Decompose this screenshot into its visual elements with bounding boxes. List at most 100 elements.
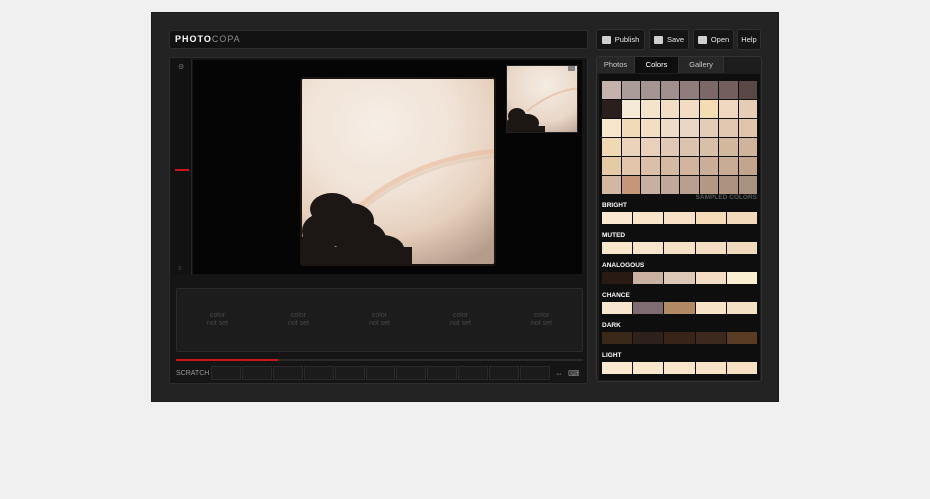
palette-swatch[interactable] bbox=[602, 332, 633, 344]
thumbnail-close-icon[interactable] bbox=[568, 66, 575, 71]
palette-swatch[interactable] bbox=[664, 272, 695, 284]
scratch-cell[interactable] bbox=[211, 366, 241, 380]
sampled-swatch[interactable] bbox=[621, 157, 640, 175]
color-slot[interactable]: color not set bbox=[512, 312, 572, 328]
scratch-cell[interactable] bbox=[427, 366, 458, 380]
main-photo[interactable] bbox=[300, 77, 496, 266]
palette-swatch[interactable] bbox=[695, 362, 726, 374]
sampled-swatch[interactable] bbox=[719, 157, 738, 175]
help-button[interactable]: Help bbox=[737, 29, 761, 50]
sampled-swatch[interactable] bbox=[660, 119, 679, 137]
keyboard-icon[interactable]: ⌨ bbox=[568, 369, 580, 378]
tab-colors[interactable]: Colors bbox=[635, 57, 679, 73]
sampled-swatch[interactable] bbox=[641, 81, 660, 99]
color-slot[interactable]: color not set bbox=[188, 312, 248, 328]
sampled-swatch[interactable] bbox=[680, 138, 699, 156]
sampled-swatch[interactable] bbox=[738, 138, 757, 156]
palette-swatch[interactable] bbox=[726, 212, 757, 224]
sampled-swatch[interactable] bbox=[680, 176, 699, 194]
palette-swatch[interactable] bbox=[633, 242, 664, 254]
palette-swatch[interactable] bbox=[695, 272, 726, 284]
sampled-swatch[interactable] bbox=[738, 100, 757, 118]
palette-swatch[interactable] bbox=[602, 302, 633, 314]
palette-swatch[interactable] bbox=[602, 212, 633, 224]
scratch-cell[interactable] bbox=[365, 366, 396, 380]
sampled-swatch[interactable] bbox=[738, 157, 757, 175]
palette-swatch[interactable] bbox=[726, 242, 757, 254]
sampled-swatch[interactable] bbox=[660, 100, 679, 118]
scratch-cell[interactable] bbox=[303, 366, 334, 380]
sampled-swatch[interactable] bbox=[641, 100, 660, 118]
palette-swatch[interactable] bbox=[664, 212, 695, 224]
palette-swatch[interactable] bbox=[695, 212, 726, 224]
palette-swatch[interactable] bbox=[633, 272, 664, 284]
palette-swatch[interactable] bbox=[602, 362, 633, 374]
sampled-swatch[interactable] bbox=[738, 81, 757, 99]
gear-icon[interactable]: ⚙ bbox=[178, 63, 184, 71]
sampled-swatch[interactable] bbox=[602, 176, 621, 194]
sampled-swatch[interactable] bbox=[602, 157, 621, 175]
sampled-swatch[interactable] bbox=[680, 119, 699, 137]
scratch-cell[interactable] bbox=[334, 366, 365, 380]
ruler-handle-icon[interactable]: ≡ bbox=[178, 266, 182, 272]
sampled-swatch[interactable] bbox=[660, 157, 679, 175]
link-icon[interactable]: ⇔ bbox=[555, 369, 563, 378]
save-button[interactable]: Save bbox=[649, 29, 689, 50]
sampled-swatch[interactable] bbox=[699, 100, 718, 118]
palette-swatch[interactable] bbox=[695, 332, 726, 344]
sampled-swatch[interactable] bbox=[699, 119, 718, 137]
sampled-swatch[interactable] bbox=[641, 157, 660, 175]
tab-photos[interactable]: Photos bbox=[597, 57, 635, 73]
sampled-swatch[interactable] bbox=[602, 119, 621, 137]
palette-swatch[interactable] bbox=[633, 302, 664, 314]
palette-swatch[interactable] bbox=[602, 272, 633, 284]
sampled-swatch[interactable] bbox=[621, 81, 640, 99]
palette-swatch[interactable] bbox=[726, 362, 757, 374]
palette-swatch[interactable] bbox=[664, 332, 695, 344]
color-slot[interactable]: color not set bbox=[350, 312, 410, 328]
color-slot[interactable]: color not set bbox=[431, 312, 491, 328]
sampled-swatch[interactable] bbox=[641, 119, 660, 137]
palette-swatch[interactable] bbox=[695, 242, 726, 254]
palette-swatch[interactable] bbox=[664, 362, 695, 374]
sampled-swatch[interactable] bbox=[680, 100, 699, 118]
tab-gallery[interactable]: Gallery bbox=[679, 57, 724, 73]
palette-swatch[interactable] bbox=[664, 242, 695, 254]
sampled-swatch[interactable] bbox=[719, 119, 738, 137]
sampled-swatch[interactable] bbox=[660, 138, 679, 156]
sampled-swatch[interactable] bbox=[719, 81, 738, 99]
sampled-swatch[interactable] bbox=[621, 176, 640, 194]
sampled-swatch[interactable] bbox=[719, 138, 738, 156]
palette-swatch[interactable] bbox=[726, 332, 757, 344]
sampled-swatch[interactable] bbox=[660, 81, 679, 99]
sampled-swatch[interactable] bbox=[602, 100, 621, 118]
sampled-swatch[interactable] bbox=[719, 176, 738, 194]
sampled-swatch[interactable] bbox=[699, 157, 718, 175]
palette-swatch[interactable] bbox=[664, 302, 695, 314]
sampled-swatch[interactable] bbox=[660, 176, 679, 194]
sampled-swatch[interactable] bbox=[680, 157, 699, 175]
photo-canvas[interactable] bbox=[193, 60, 582, 274]
thumbnail-photo[interactable] bbox=[506, 65, 578, 133]
palette-swatch[interactable] bbox=[633, 362, 664, 374]
scratch-cell[interactable] bbox=[396, 366, 427, 380]
palette-swatch[interactable] bbox=[602, 242, 633, 254]
sampled-swatch[interactable] bbox=[738, 176, 757, 194]
scratch-cell[interactable] bbox=[241, 366, 272, 380]
palette-swatch[interactable] bbox=[695, 302, 726, 314]
scratch-cell[interactable] bbox=[272, 366, 303, 380]
sampled-swatch[interactable] bbox=[641, 176, 660, 194]
scratch-cell[interactable] bbox=[458, 366, 489, 380]
palette-swatch[interactable] bbox=[726, 302, 757, 314]
scratch-cell[interactable] bbox=[489, 366, 520, 380]
ruler-marker[interactable] bbox=[175, 169, 189, 171]
publish-button[interactable]: Publish bbox=[596, 29, 645, 50]
scratch-cell[interactable] bbox=[520, 366, 550, 380]
sampled-swatch[interactable] bbox=[680, 81, 699, 99]
palette-swatch[interactable] bbox=[633, 332, 664, 344]
sampled-swatch[interactable] bbox=[738, 119, 757, 137]
sampled-swatch[interactable] bbox=[621, 100, 640, 118]
sampled-swatch[interactable] bbox=[602, 138, 621, 156]
sampled-swatch[interactable] bbox=[621, 138, 640, 156]
open-button[interactable]: Open bbox=[693, 29, 734, 50]
